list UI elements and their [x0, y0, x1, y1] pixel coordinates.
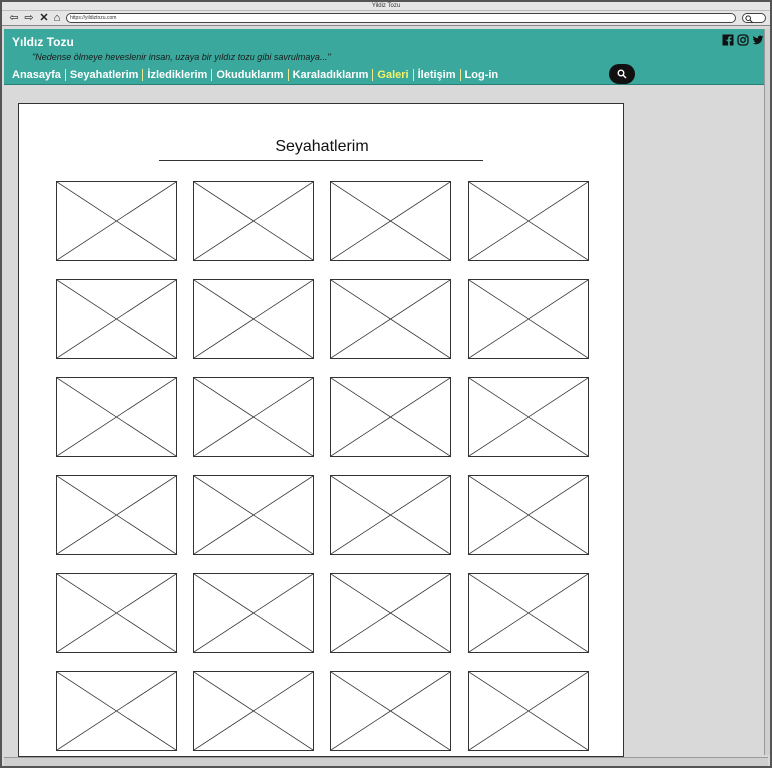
instagram-icon[interactable]: [737, 33, 749, 46]
site-title[interactable]: Yıldız Tozu: [12, 35, 74, 49]
gallery-panel: Seyahatlerim: [18, 103, 624, 757]
nav-item-okuduklarim[interactable]: Okuduklarım: [212, 69, 289, 81]
image-placeholder[interactable]: [330, 181, 451, 261]
image-placeholder-icon: [57, 672, 176, 750]
social-links: [722, 33, 764, 46]
image-placeholder-icon: [194, 378, 313, 456]
image-placeholder[interactable]: [193, 279, 314, 359]
image-placeholder-icon: [331, 672, 450, 750]
image-placeholder[interactable]: [468, 181, 589, 261]
image-placeholder-icon: [469, 672, 588, 750]
image-placeholder-icon: [194, 574, 313, 652]
nav-item-izlediklerim[interactable]: İzlediklerim: [143, 69, 213, 81]
image-placeholder-icon: [469, 182, 588, 260]
nav-item-karaladiklarim[interactable]: Karaladıklarım: [289, 69, 374, 81]
image-placeholder-icon: [469, 476, 588, 554]
image-placeholder[interactable]: [330, 279, 451, 359]
image-placeholder-icon: [331, 280, 450, 358]
image-placeholder[interactable]: [468, 279, 589, 359]
close-icon[interactable]: ✕: [38, 11, 50, 26]
image-placeholder-icon: [331, 574, 450, 652]
browser-window: Yildiz Tozu ⇦ ⇨ ✕ ⌂ https://yildiztozu.c…: [0, 0, 772, 768]
nav-item-iletisim[interactable]: İletişim: [414, 69, 461, 81]
image-placeholder-icon: [469, 574, 588, 652]
twitter-icon[interactable]: [752, 33, 764, 45]
title-underline: [159, 160, 483, 161]
image-placeholder[interactable]: [468, 475, 589, 555]
site-tagline: "Nedense ölmeye heveslenir insan, uzaya …: [32, 52, 331, 62]
image-placeholder[interactable]: [56, 279, 177, 359]
search-icon: [617, 69, 627, 79]
home-icon[interactable]: ⌂: [51, 11, 63, 26]
image-placeholder[interactable]: [56, 671, 177, 751]
image-placeholder[interactable]: [56, 181, 177, 261]
image-placeholder[interactable]: [56, 573, 177, 653]
image-placeholder-icon: [57, 182, 176, 260]
image-placeholder[interactable]: [330, 377, 451, 457]
image-placeholder-icon: [57, 280, 176, 358]
browser-search-field[interactable]: [742, 13, 766, 23]
image-placeholder-icon: [331, 476, 450, 554]
nav-item-seyahatlerim[interactable]: Seyahatlerim: [66, 69, 144, 81]
image-placeholder-icon: [469, 280, 588, 358]
image-placeholder[interactable]: [193, 377, 314, 457]
image-placeholder[interactable]: [468, 377, 589, 457]
image-placeholder[interactable]: [56, 377, 177, 457]
image-placeholder-icon: [57, 574, 176, 652]
image-placeholder-icon: [194, 672, 313, 750]
image-placeholder-icon: [194, 182, 313, 260]
image-placeholder-icon: [194, 280, 313, 358]
main-navigation: Anasayfa Seyahatlerim İzlediklerim Okudu…: [12, 69, 502, 81]
page-title: Seyahatlerim: [275, 138, 369, 155]
facebook-icon[interactable]: [722, 33, 734, 46]
url-input[interactable]: https://yildiztozu.com: [66, 13, 736, 23]
back-arrow-icon[interactable]: ⇦: [8, 11, 20, 26]
image-placeholder[interactable]: [56, 475, 177, 555]
image-placeholder-icon: [57, 378, 176, 456]
nav-item-login[interactable]: Log-in: [461, 69, 503, 81]
image-placeholder[interactable]: [193, 671, 314, 751]
image-placeholder[interactable]: [193, 573, 314, 653]
image-placeholder[interactable]: [330, 671, 451, 751]
nav-item-galeri[interactable]: Galeri: [373, 69, 414, 81]
site-header: Yıldız Tozu "Nedense ölmeye heveslenir i…: [4, 29, 766, 85]
image-placeholder-icon: [331, 182, 450, 260]
forward-arrow-icon[interactable]: ⇨: [23, 11, 35, 26]
image-placeholder-icon: [194, 476, 313, 554]
search-button[interactable]: [609, 64, 635, 84]
image-placeholder-icon: [57, 476, 176, 554]
vertical-scrollbar[interactable]: [764, 29, 770, 755]
search-icon: [745, 15, 753, 23]
image-placeholder[interactable]: [193, 181, 314, 261]
window-title: Yildiz Tozu: [2, 2, 770, 11]
image-placeholder[interactable]: [330, 475, 451, 555]
image-placeholder[interactable]: [468, 671, 589, 751]
image-placeholder[interactable]: [468, 573, 589, 653]
nav-item-anasayfa[interactable]: Anasayfa: [12, 69, 66, 81]
image-placeholder-icon: [331, 378, 450, 456]
browser-toolbar: ⇦ ⇨ ✕ ⌂ https://yildiztozu.com: [2, 11, 770, 26]
image-placeholder[interactable]: [193, 475, 314, 555]
image-placeholder-icon: [469, 378, 588, 456]
horizontal-scrollbar[interactable]: [4, 757, 768, 766]
image-placeholder[interactable]: [330, 573, 451, 653]
